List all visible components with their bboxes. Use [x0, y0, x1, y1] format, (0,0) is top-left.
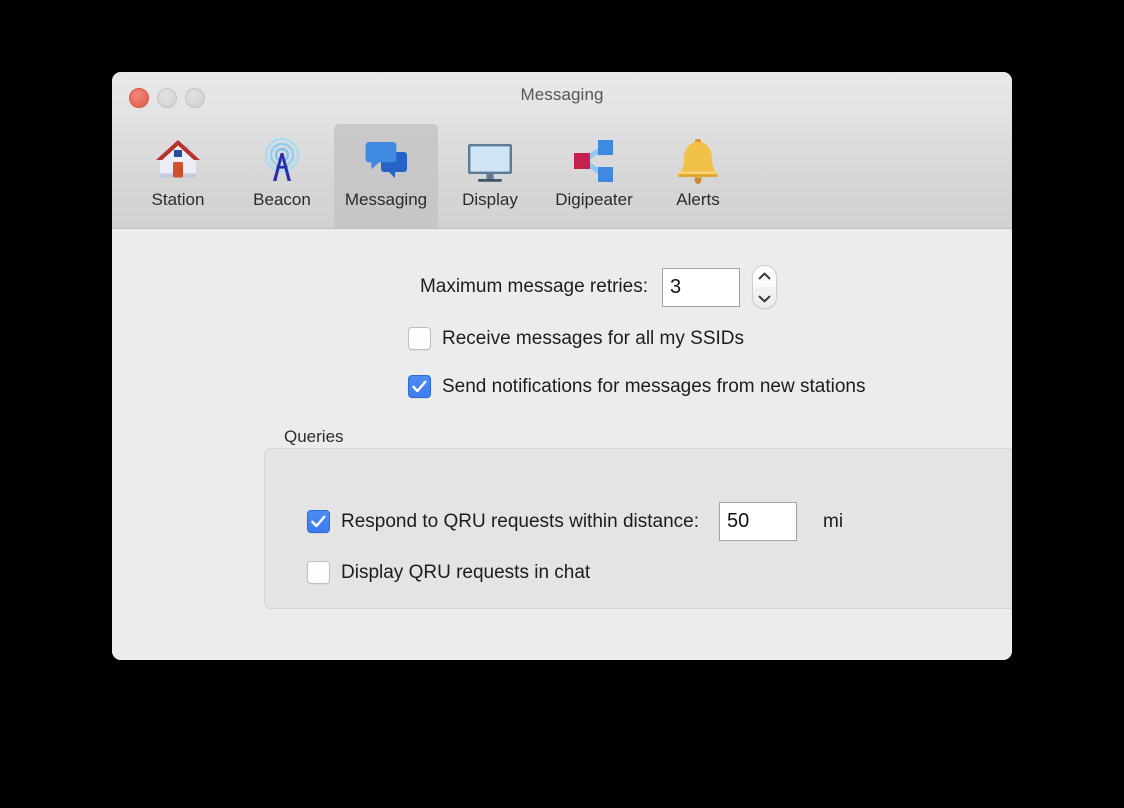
speech-bubbles-icon: [358, 133, 414, 189]
monitor-icon: [462, 133, 518, 189]
display-qru-chat-row[interactable]: Display QRU requests in chat: [307, 561, 590, 584]
notify-new-stations-checkbox[interactable]: [408, 375, 431, 398]
queries-group-box: Respond to QRU requests within distance:…: [264, 448, 1012, 609]
tab-beacon[interactable]: Beacon: [230, 124, 334, 228]
receive-all-ssids-row[interactable]: Receive messages for all my SSIDs: [408, 327, 744, 350]
max-retries-label: Maximum message retries:: [419, 276, 648, 297]
tab-digipeater[interactable]: Digipeater: [542, 124, 646, 228]
antenna-icon: [254, 133, 310, 189]
tab-beacon-label: Beacon: [253, 190, 311, 209]
respond-qru-label: Respond to QRU requests within distance:: [341, 510, 700, 532]
tab-alerts[interactable]: Alerts: [646, 124, 750, 228]
stepper-down-arrow[interactable]: [758, 290, 771, 308]
max-retries-input[interactable]: 3: [662, 267, 740, 307]
display-qru-chat-label: Display QRU requests in chat: [341, 561, 591, 583]
tab-alerts-label: Alerts: [676, 190, 720, 209]
tab-digipeater-label: Digipeater: [555, 190, 633, 209]
queries-group-caption: Queries: [284, 427, 344, 446]
tab-station-label: Station: [151, 190, 205, 209]
display-qru-chat-checkbox[interactable]: [307, 561, 330, 584]
bell-icon: [670, 133, 726, 189]
preferences-window: Messaging Station Beacon Messaging Displ…: [112, 72, 1012, 660]
max-retries-row: Maximum message retries: 3: [112, 265, 1012, 309]
tab-messaging-label: Messaging: [344, 190, 428, 209]
notify-new-stations-label: Send notifications for messages from new…: [442, 375, 866, 397]
qru-distance-input[interactable]: 50: [719, 502, 798, 541]
respond-qru-checkbox[interactable]: [307, 510, 330, 533]
receive-all-ssids-label: Receive messages for all my SSIDs: [442, 327, 744, 349]
receive-all-ssids-checkbox[interactable]: [408, 327, 431, 350]
qru-distance-unit-label: mi: [823, 510, 844, 532]
tab-station[interactable]: Station: [126, 124, 230, 228]
notify-new-stations-row[interactable]: Send notifications for messages from new…: [408, 375, 865, 398]
window-title: Messaging: [520, 85, 604, 104]
share-nodes-icon: [566, 133, 622, 189]
messaging-settings-pane: Maximum message retries: 3 Receive messa…: [112, 229, 1012, 660]
window-titlebar: Messaging: [112, 72, 1012, 124]
stepper-up-arrow[interactable]: [758, 267, 771, 285]
max-retries-stepper[interactable]: [752, 265, 777, 309]
tab-display[interactable]: Display: [438, 124, 542, 228]
tab-messaging[interactable]: Messaging: [334, 124, 438, 228]
tab-display-label: Display: [462, 190, 518, 209]
house-icon: [150, 133, 206, 189]
preferences-toolbar: Station Beacon Messaging Display Digipea…: [112, 124, 1012, 229]
respond-qru-row[interactable]: Respond to QRU requests within distance:…: [307, 502, 843, 541]
